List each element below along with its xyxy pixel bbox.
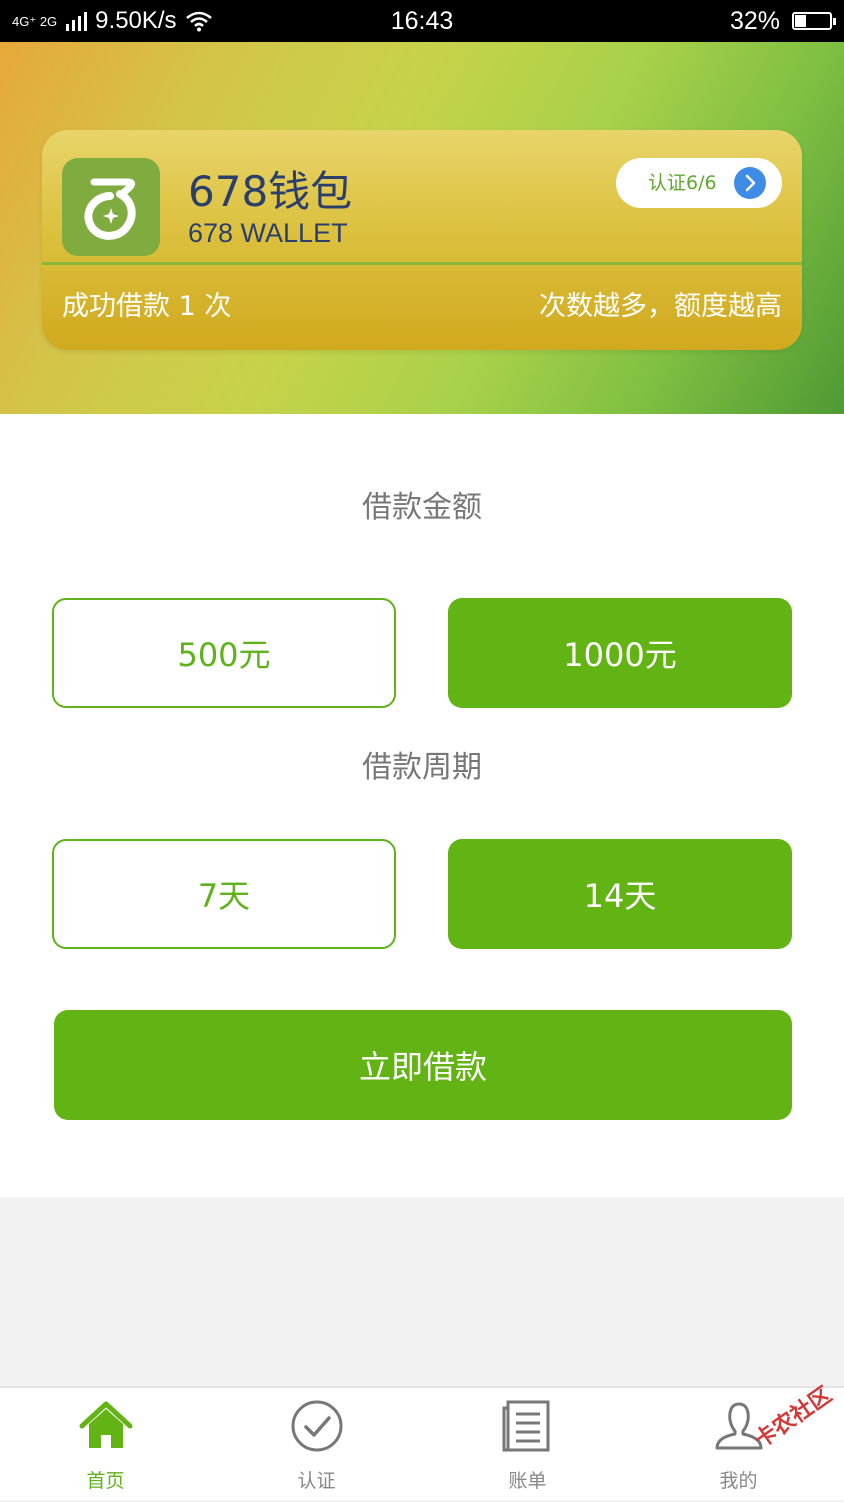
wallet-logo-icon	[84, 178, 136, 240]
amount-option-500[interactable]: 500元	[52, 598, 396, 708]
status-bar: 4G⁺ 2G 9.50K/s 16:43 32%	[0, 0, 844, 42]
period-title: 借款周期	[362, 750, 482, 785]
tab-label: 首页	[86, 1470, 125, 1492]
period-option-7[interactable]: 7天	[52, 839, 396, 949]
tab-label: 认证	[297, 1470, 336, 1492]
clock: 16:43	[390, 7, 454, 35]
status-right: 32%	[729, 0, 836, 42]
tab-bills[interactable]: 账单	[422, 1388, 633, 1502]
tab-verify[interactable]: 认证	[211, 1388, 422, 1502]
amount-title: 借款金额	[362, 490, 482, 525]
amount-option-1000[interactable]: 1000元	[448, 598, 792, 708]
check-circle-icon	[291, 1400, 342, 1452]
chevron-right-icon	[734, 167, 766, 199]
battery-percent: 32%	[729, 6, 780, 35]
tab-home[interactable]: 首页	[0, 1388, 211, 1502]
home-icon	[79, 1401, 132, 1448]
period-option-14[interactable]: 14天	[448, 839, 792, 949]
verify-status-button[interactable]: 认证6/6	[616, 158, 782, 208]
bottom-tab-bar: 首页 认证 账单 我的	[0, 1386, 844, 1500]
app-logo	[62, 158, 160, 256]
card-divider	[42, 262, 802, 265]
wallet-card: 678钱包 678 WALLET 认证6/6 成功借款 1 次 次数越多，额度越…	[42, 130, 802, 350]
tab-label: 账单	[508, 1470, 547, 1492]
borrow-now-button[interactable]: 立即借款	[54, 1010, 792, 1120]
verify-status-label: 认证6/6	[648, 172, 717, 194]
brand-name: 678钱包	[188, 167, 353, 216]
loan-count-text: 成功借款 1 次	[62, 291, 232, 322]
tab-label: 我的	[719, 1470, 758, 1492]
hero-banner: 678钱包 678 WALLET 认证6/6 成功借款 1 次 次数越多，额度越…	[0, 42, 844, 414]
loan-form: 借款金额 500元 1000元 借款周期 7天 14天 立即借款	[0, 414, 844, 1197]
brand-subtitle: 678 WALLET	[188, 218, 348, 248]
slogan-text: 次数越多，额度越高	[539, 291, 782, 322]
bill-icon	[502, 1400, 549, 1452]
battery-icon	[792, 12, 836, 30]
battery-fill	[795, 15, 806, 27]
